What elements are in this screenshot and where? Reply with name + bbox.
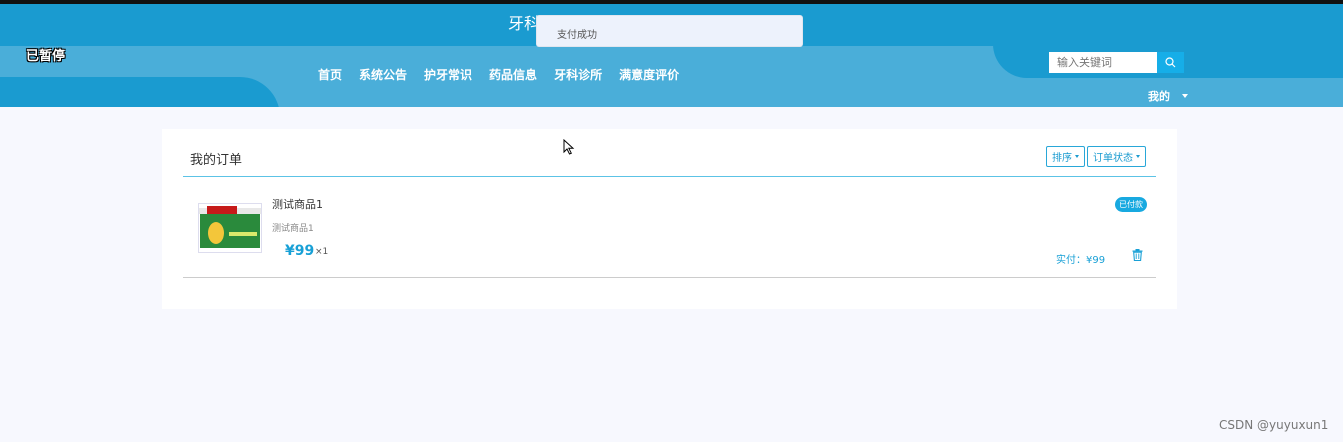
nav-item-medicine[interactable]: 药品信息 xyxy=(489,66,537,83)
payment-success-toast: 支付成功 xyxy=(536,15,803,47)
product-box-emblem xyxy=(208,222,224,244)
nav-item-home[interactable]: 首页 xyxy=(318,66,342,83)
chevron-down-icon xyxy=(1136,155,1140,158)
my-account-label: 我的 xyxy=(1148,90,1170,103)
nav-item-clinics[interactable]: 牙科诊所 xyxy=(554,66,602,83)
actual-paid: 实付：¥99 xyxy=(1056,255,1106,266)
product-box-label xyxy=(207,206,237,214)
product-image[interactable] xyxy=(198,203,262,253)
main-nav: 首页 系统公告 护牙常识 药品信息 牙科诊所 满意度评价 xyxy=(318,66,696,83)
watermark: CSDN @yuyuxun1 xyxy=(1219,418,1329,432)
sort-label: 排序 xyxy=(1052,153,1072,164)
product-box-strip xyxy=(229,232,257,236)
header-divider xyxy=(183,176,1156,177)
delete-order-button[interactable] xyxy=(1132,249,1143,264)
product-price: ¥99 xyxy=(285,243,315,259)
chevron-down-icon xyxy=(1075,155,1079,158)
product-quantity: ×1 xyxy=(315,247,329,257)
my-account-menu[interactable]: 我的 xyxy=(1148,88,1188,104)
page-title: 我的订单 xyxy=(190,153,243,168)
status-badge: 已付款 xyxy=(1115,197,1147,212)
trash-icon xyxy=(1132,249,1143,262)
row-divider xyxy=(183,277,1156,278)
order-status-filter[interactable]: 订单状态 xyxy=(1087,146,1146,167)
toast-message: 支付成功 xyxy=(557,30,597,41)
order-status-label: 订单状态 xyxy=(1093,153,1133,164)
header-wave-left xyxy=(0,77,280,107)
nav-item-dental-care[interactable]: 护牙常识 xyxy=(424,66,472,83)
search-button[interactable] xyxy=(1157,52,1184,73)
product-subtitle: 测试商品1 xyxy=(272,224,314,234)
nav-item-satisfaction[interactable]: 满意度评价 xyxy=(619,66,679,83)
nav-item-announcements[interactable]: 系统公告 xyxy=(359,66,407,83)
product-name[interactable]: 测试商品1 xyxy=(272,196,323,212)
search-input[interactable] xyxy=(1049,52,1157,73)
chevron-down-icon xyxy=(1182,94,1188,98)
sort-button[interactable]: 排序 xyxy=(1046,146,1085,167)
search-icon xyxy=(1165,57,1176,68)
mouse-cursor-icon xyxy=(563,139,575,155)
paused-label: 已暂停 xyxy=(26,49,66,64)
orders-panel: 我的订单 排序 订单状态 测试商品1 测试商品1 ¥99 ×1 已付款 实付：¥… xyxy=(162,129,1177,309)
